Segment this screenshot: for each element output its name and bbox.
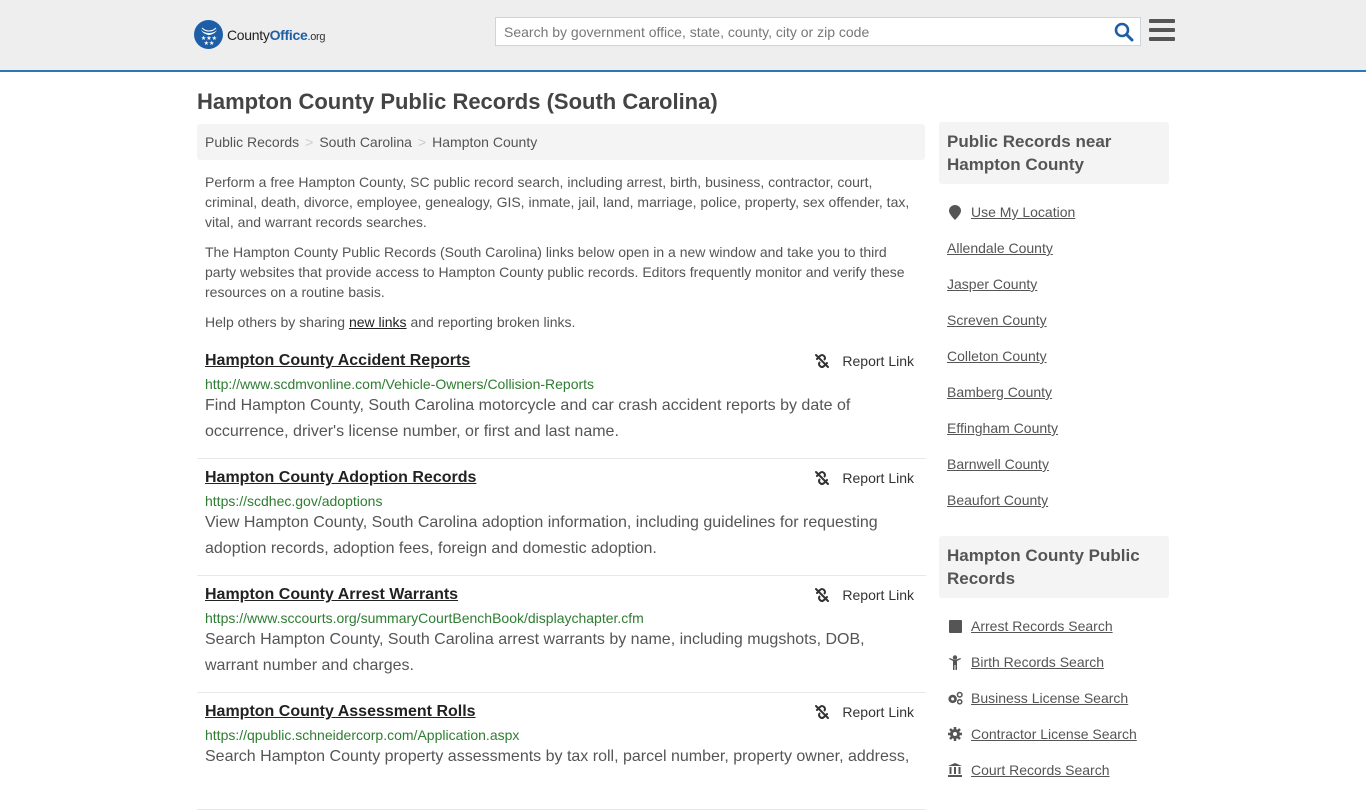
record-description: View Hampton County, South Carolina adop… [205,514,878,557]
menu-bar [1149,19,1175,23]
intro-text: Perform a free Hampton County, SC public… [205,172,920,342]
breadcrumb-separator: > [305,134,314,150]
report-link-label: Report Link [842,587,914,603]
nearby-county-item: Screven County [947,302,1161,338]
intro-paragraph-1: Perform a free Hampton County, SC public… [205,174,910,230]
use-my-location-item: Use My Location [947,194,1161,230]
broken-link-icon [815,705,830,719]
search-box [495,17,1141,46]
county-records-list: Arrest Records Search Birth Records Sear… [939,598,1169,788]
nearby-list: Use My Location Allendale County Jasper … [939,184,1169,518]
nearby-county-link[interactable]: Colleton County [947,348,1047,364]
nearby-county-item: Jasper County [947,266,1161,302]
record-item: Hampton County Adoption Records Report L… [197,459,926,576]
nearby-county-item: Bamberg County [947,374,1161,410]
broken-link-icon [815,354,830,368]
site-logo[interactable]: ★★★ ★★ CountyOffice.org [194,20,326,49]
nearby-county-item: Effingham County [947,410,1161,446]
intro-text-before: Help others by sharing [205,314,349,330]
search-input[interactable] [496,18,1096,45]
intro-paragraph-3: Help others by sharing new links and rep… [205,312,920,332]
report-link-button[interactable]: Report Link [814,704,914,720]
site-header: ★★★ ★★ CountyOffice.org [0,0,1366,72]
county-record-item: Birth Records Search [947,644,1161,680]
nearby-county-link[interactable]: Screven County [947,312,1047,328]
record-description: Search Hampton County, South Carolina ar… [205,631,865,674]
logo-brand-suffix: .org [307,30,326,43]
broken-link-icon [815,588,830,602]
hamburger-menu-button[interactable] [1149,19,1175,43]
breadcrumb-separator: > [417,134,427,150]
report-link-label: Report Link [842,353,914,369]
eagle-stars-logo-icon: ★★★ ★★ [194,20,223,49]
breadcrumb-public-records[interactable]: Public Records [205,134,299,150]
nearby-county-item: Allendale County [947,230,1161,266]
logo-brand-prefix: County [227,26,270,43]
search-icon [1114,22,1134,42]
menu-bar [1149,28,1175,32]
record-url[interactable]: http://www.scdmvonline.com/Vehicle-Owner… [205,376,918,392]
gear-icon [947,726,963,742]
report-link-button[interactable]: Report Link [814,353,914,369]
use-my-location-link[interactable]: Use My Location [971,204,1075,220]
logo-wordmark: CountyOffice.org [227,26,326,43]
record-title-link[interactable]: Hampton County Adoption Records [205,469,476,487]
report-link-label: Report Link [842,704,914,720]
breadcrumb: Public Records > South Carolina > Hampton Co… [197,124,925,160]
breadcrumb-current: Hampton County [432,134,538,150]
record-item: Hampton County Accident Reports Report L… [197,342,926,459]
record-url[interactable]: https://qpublic.schneidercorp.com/Applic… [205,727,918,743]
nearby-county-link[interactable]: Bamberg County [947,384,1052,400]
nearby-county-link[interactable]: Effingham County [947,420,1058,436]
court-records-search-link[interactable]: Court Records Search [971,762,1110,778]
record-title-link[interactable]: Hampton County Arrest Warrants [205,586,458,604]
business-license-search-link[interactable]: Business License Search [971,690,1128,706]
record-item: Hampton County Arrest Warrants Report Li… [197,576,926,693]
nearby-county-link[interactable]: Beaufort County [947,492,1048,508]
report-link-button[interactable]: Report Link [814,587,914,603]
report-link-button[interactable]: Report Link [814,470,914,486]
arrest-records-search-link[interactable]: Arrest Records Search [971,618,1113,634]
search-button[interactable] [1114,22,1134,42]
county-record-item: Arrest Records Search [947,608,1161,644]
county-record-item: Court Records Search [947,752,1161,788]
sidebar-county-records-heading: Hampton County Public Records [939,536,1169,598]
record-item: Hampton County Assessment Rolls Report L… [197,693,926,810]
county-record-item: Contractor License Search [947,716,1161,752]
logo-brand-main: Office [269,26,308,43]
nearby-county-link[interactable]: Barnwell County [947,456,1049,472]
record-description: Find Hampton County, South Carolina moto… [205,397,851,440]
record-title-link[interactable]: Hampton County Accident Reports [205,352,470,370]
broken-link-icon [815,471,830,485]
contractor-license-search-link[interactable]: Contractor License Search [971,726,1137,742]
record-url[interactable]: https://scdhec.gov/adoptions [205,493,918,509]
courthouse-icon [947,762,963,778]
nearby-county-item: Colleton County [947,338,1161,374]
nearby-county-item: Beaufort County [947,482,1161,518]
intro-paragraph-2: The Hampton County Public Records (South… [205,244,905,300]
record-url[interactable]: https://www.sccourts.org/summaryCourtBen… [205,610,918,626]
map-marker-icon [947,204,963,220]
record-description: Search Hampton County property assessmen… [205,748,910,765]
intro-text-after: and reporting broken links. [406,314,576,330]
child-icon [947,654,963,670]
sidebar-county-records: Hampton County Public Records Arrest Rec… [939,536,1169,788]
menu-bar [1149,37,1175,41]
county-record-item: Business License Search [947,680,1161,716]
nearby-county-link[interactable]: Allendale County [947,240,1053,256]
breadcrumb-south-carolina[interactable]: South Carolina [319,134,412,150]
square-icon [947,618,963,634]
new-links-link[interactable]: new links [349,314,407,330]
svg-text:★★: ★★ [203,40,214,46]
record-title-link[interactable]: Hampton County Assessment Rolls [205,703,476,721]
page-title: Hampton County Public Records (South Car… [197,89,718,114]
sidebar-nearby: Public Records near Hampton County Use M… [939,122,1169,518]
nearby-county-item: Barnwell County [947,446,1161,482]
nearby-county-link[interactable]: Jasper County [947,276,1037,292]
cogs-icon [947,690,963,706]
report-link-label: Report Link [842,470,914,486]
records-list: Hampton County Accident Reports Report L… [197,342,926,810]
sidebar-nearby-heading: Public Records near Hampton County [939,122,1169,184]
birth-records-search-link[interactable]: Birth Records Search [971,654,1104,670]
